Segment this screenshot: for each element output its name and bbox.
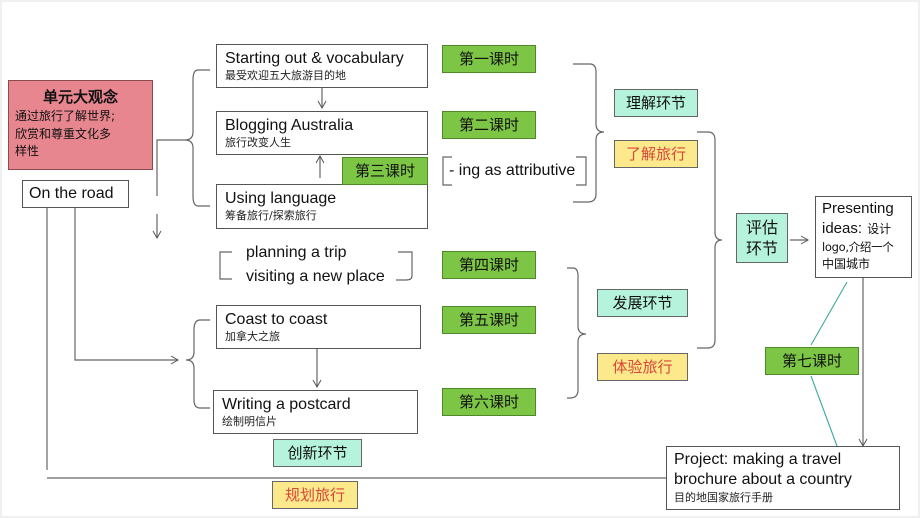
presenting-zh-1: 设计 xyxy=(867,222,892,236)
bracket-topics-right xyxy=(396,251,413,281)
lesson-label-5: 第五课时 xyxy=(442,306,536,334)
presenting-en-2: ideas: xyxy=(822,220,863,237)
section-4-zh: 加拿大之旅 xyxy=(225,330,280,343)
brace-top-sections xyxy=(184,69,210,207)
brace-to-evaluation xyxy=(697,131,723,349)
section-1-zh: 最受欢迎五大旅游目的地 xyxy=(225,69,346,82)
section-2-en: Blogging Australia xyxy=(225,117,354,134)
section-box-2: Blogging Australia 旅行改变人生 xyxy=(216,111,428,155)
lesson-label-7: 第七课时 xyxy=(765,347,859,375)
section-2-zh: 旅行改变人生 xyxy=(225,136,291,149)
presenting-zh-3: 中国城市 xyxy=(822,257,871,271)
section-5-en: Writing a postcard xyxy=(222,396,351,413)
section-4-en: Coast to coast xyxy=(225,311,328,328)
stage-innovation: 创新环节 xyxy=(273,439,362,467)
stage-evaluation: 评估环节 xyxy=(736,213,788,263)
project-zh: 目的地国家旅行手册 xyxy=(674,491,773,504)
travel-phase-learn: 了解旅行 xyxy=(614,140,698,168)
project-box: Project: making a travel brochure about … xyxy=(666,446,900,510)
section-box-3: Using language 筹备旅行/探索旅行 xyxy=(216,184,428,229)
section-3-en: Using language xyxy=(225,190,337,207)
project-line-1: Project: making a travel xyxy=(674,451,842,468)
lesson-label-6: 第六课时 xyxy=(442,388,536,416)
big-idea-line-1: 通过旅行了解世界; xyxy=(15,109,116,123)
travel-phase-experience: 体验旅行 xyxy=(597,353,688,381)
topic-visiting-place: visiting a new place xyxy=(246,268,385,285)
unit-title-box: On the road xyxy=(22,180,129,208)
project-line-2: brochure about a country xyxy=(674,471,852,488)
connector-unit-to-bottom xyxy=(74,208,180,365)
presenting-en-1: Presenting xyxy=(822,200,894,217)
section-box-4: Coast to coast 加拿大之旅 xyxy=(216,305,421,349)
section-3-zh: 筹备旅行/探索旅行 xyxy=(225,209,317,222)
stage-evaluation-label: 评估环节 xyxy=(745,218,778,258)
stage-development: 发展环节 xyxy=(597,289,688,317)
lesson-label-3: 第三课时 xyxy=(342,157,428,185)
brace-lessons-4-6 xyxy=(567,267,587,399)
connector-unit-to-top xyxy=(156,139,185,196)
brace-bottom-sections xyxy=(185,319,210,409)
topic-planning-trip: planning a trip xyxy=(246,244,347,261)
stage-understanding: 理解环节 xyxy=(614,89,698,117)
section-box-1: Starting out & vocabulary 最受欢迎五大旅游目的地 xyxy=(216,44,428,88)
big-idea-box: 单元大观念 通过旅行了解世界; 欣赏和尊重文化多 样性 xyxy=(8,80,153,170)
bracket-grammar-right xyxy=(576,156,587,186)
lesson-label-4: 第四课时 xyxy=(442,251,536,279)
teal-line-upper xyxy=(810,281,848,346)
lesson-label-1: 第一课时 xyxy=(442,45,536,73)
brace-lessons-1-3 xyxy=(573,63,605,203)
unit-title: On the road xyxy=(29,185,114,202)
big-idea-title: 单元大观念 xyxy=(42,88,118,106)
presenting-box: Presenting ideas: 设计 logo,介绍一个 中国城市 xyxy=(815,196,912,278)
section-box-5: Writing a postcard 绘制明信片 xyxy=(213,390,418,434)
big-idea-line-2: 欣赏和尊重文化多 xyxy=(15,127,112,141)
bracket-topics-left xyxy=(219,251,232,280)
big-idea-line-3: 样性 xyxy=(15,144,40,158)
teal-line-lower xyxy=(810,375,838,447)
section-1-en: Starting out & vocabulary xyxy=(225,50,404,67)
presenting-zh-2: logo,介绍一个 xyxy=(822,240,894,254)
travel-phase-plan: 规划旅行 xyxy=(272,481,358,509)
lesson-label-2: 第二课时 xyxy=(442,111,536,139)
section-5-zh: 绘制明信片 xyxy=(222,415,277,428)
grammar-note: - ing as attributive xyxy=(449,162,576,179)
